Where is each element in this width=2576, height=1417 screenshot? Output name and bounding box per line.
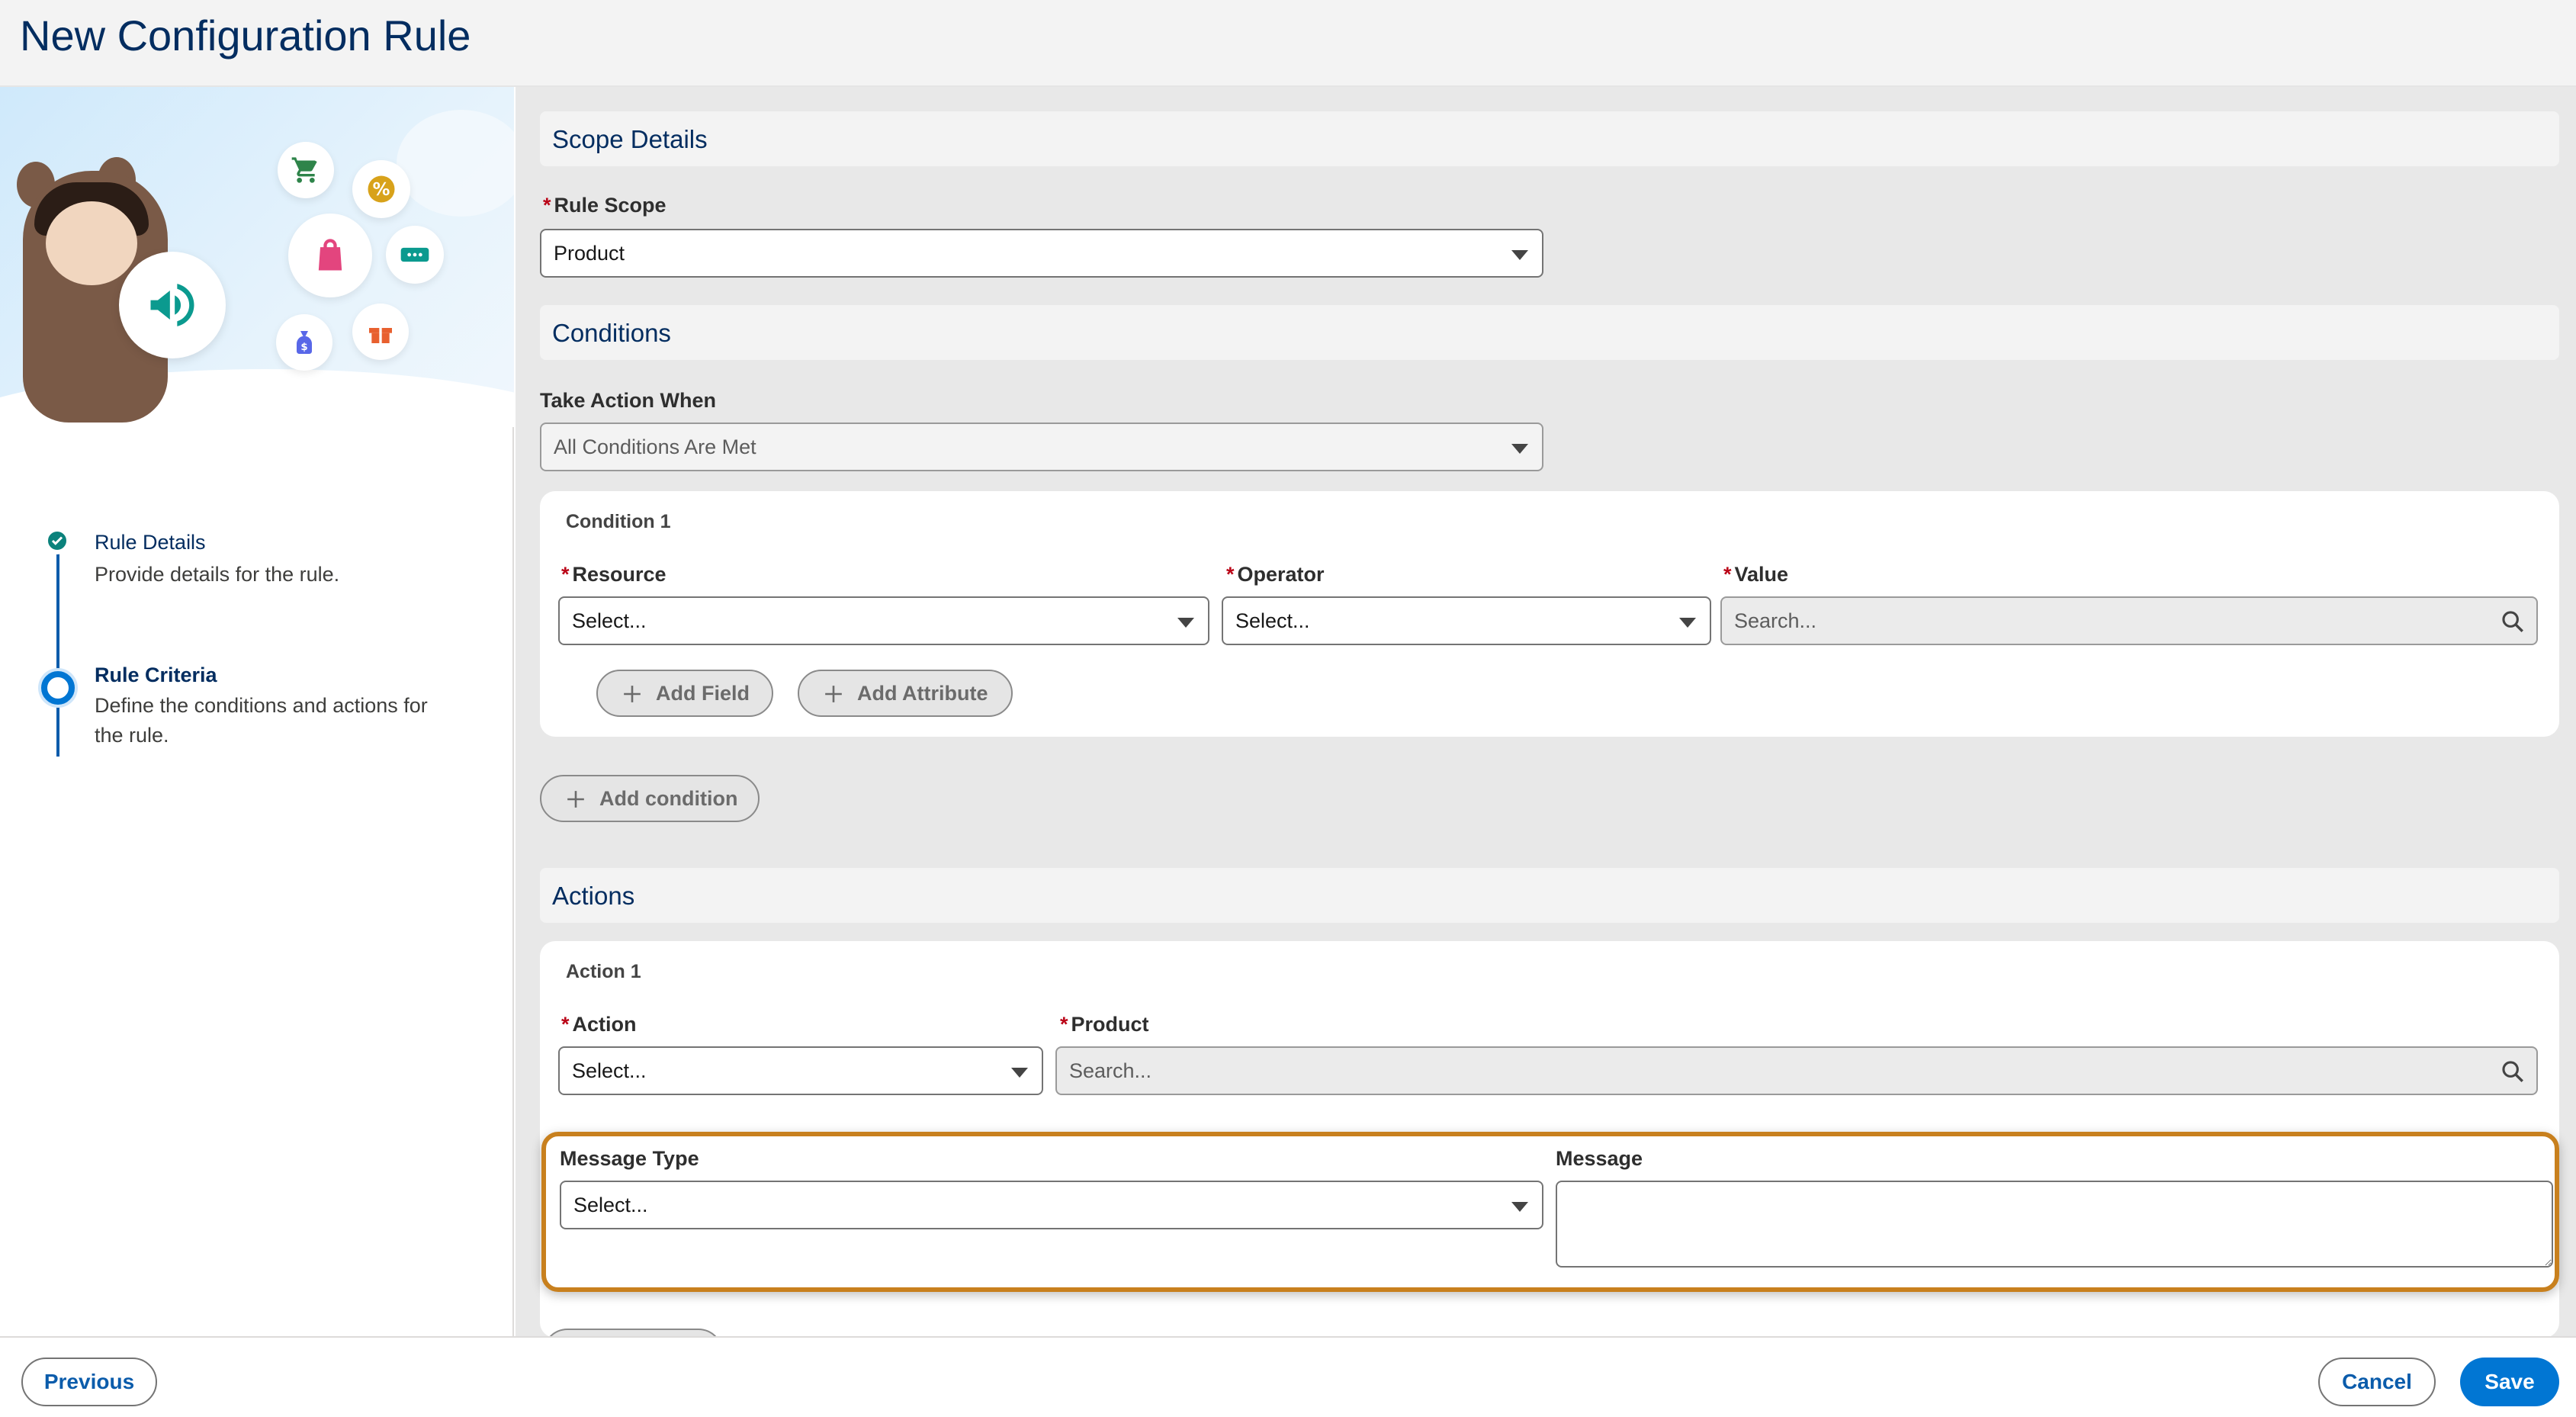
check-icon [45, 529, 69, 553]
scope-details-heading: Scope Details [552, 125, 708, 153]
page-title: New Configuration Rule [20, 11, 471, 59]
message-textarea[interactable] [1556, 1181, 2553, 1268]
actions-header: Actions [540, 868, 2559, 923]
resource-select[interactable]: Select... [558, 596, 1209, 645]
conditions-header: Conditions [540, 305, 2559, 360]
cancel-button[interactable]: Cancel [2318, 1358, 2436, 1406]
step-rule-details-title[interactable]: Rule Details [95, 531, 206, 554]
action-label: * Action [561, 1013, 637, 1036]
rule-scope-value: Product [554, 241, 625, 265]
action-value: Select... [572, 1059, 647, 1082]
add-condition-button[interactable]: Add condition [540, 775, 760, 822]
add-field-button[interactable]: Add Field [596, 670, 773, 717]
chevron-down-icon [1011, 1068, 1028, 1078]
add-attribute-label: Add Attribute [857, 681, 988, 705]
step-rule-criteria-description: Define the conditions and actions for th… [95, 694, 428, 747]
chevron-down-icon [1511, 1202, 1528, 1212]
footer: Previous Cancel Save [0, 1336, 2576, 1417]
mascot-face [46, 201, 137, 285]
condition-card: Condition 1 * Resource Select... * Operato… [540, 491, 2559, 737]
operator-value: Select... [1235, 609, 1310, 632]
percent-icon: % [352, 160, 410, 218]
add-attribute-button[interactable]: Add Attribute [798, 670, 1013, 717]
search-icon [2502, 1061, 2523, 1082]
action-select[interactable]: Select... [558, 1046, 1043, 1095]
add-condition-label: Add condition [599, 786, 738, 810]
resource-value: Select... [572, 609, 647, 632]
chevron-down-icon [1177, 618, 1194, 628]
product-label: * Product [1060, 1013, 1149, 1036]
hero-illustration: % $ [0, 87, 514, 427]
search-icon [2502, 611, 2523, 632]
take-action-label: Take Action When [540, 389, 717, 412]
conditions-heading: Conditions [552, 319, 671, 347]
action-title: Action 1 [566, 961, 641, 982]
money-bag-icon: $ [276, 314, 332, 371]
message-type-value: Select... [573, 1193, 648, 1216]
message-label: Message [1556, 1147, 1643, 1170]
cloud-decoration [397, 110, 514, 217]
cart-icon [278, 142, 334, 198]
page-header: New Configuration Rule [0, 0, 2576, 87]
svg-text:%: % [373, 180, 390, 200]
gift-icon [352, 304, 409, 360]
step-rule-details-description: Provide details for the rule. [95, 563, 340, 586]
ticket-icon [386, 226, 444, 284]
add-action-button[interactable] [543, 1329, 723, 1336]
save-button[interactable]: Save [2460, 1358, 2559, 1406]
chevron-down-icon [1679, 618, 1696, 628]
sidebar: % $ Rule Details Provide details for the… [0, 87, 514, 1336]
operator-select[interactable]: Select... [1222, 596, 1711, 645]
rule-scope-label: * Rule Scope [543, 194, 666, 217]
resource-label: * Resource [561, 563, 666, 586]
plus-icon [567, 791, 584, 808]
main-panel: Scope Details * Rule Scope Product Condit… [516, 87, 2576, 1336]
product-placeholder: Search... [1069, 1059, 1152, 1082]
previous-button[interactable]: Previous [21, 1358, 157, 1406]
take-action-select[interactable]: All Conditions Are Met [540, 423, 1543, 471]
plus-icon [825, 686, 842, 702]
message-type-label: Message Type [560, 1147, 699, 1170]
message-type-select[interactable]: Select... [560, 1181, 1543, 1229]
megaphone-icon [119, 252, 226, 358]
chevron-down-icon [1511, 250, 1528, 260]
step-rule-criteria-title[interactable]: Rule Criteria [95, 664, 217, 687]
current-step-indicator [41, 671, 75, 705]
operator-label: * Operator [1226, 563, 1325, 586]
value-search-input[interactable]: Search... [1720, 596, 2538, 645]
shopping-bag-icon [288, 214, 372, 297]
plus-icon [624, 686, 641, 702]
take-action-value: All Conditions Are Met [554, 435, 756, 458]
condition-title: Condition 1 [566, 511, 671, 532]
scope-details-header: Scope Details [540, 111, 2559, 166]
rule-scope-select[interactable]: Product [540, 229, 1543, 278]
step-connector [56, 541, 59, 757]
add-field-label: Add Field [656, 681, 750, 705]
product-search-input[interactable]: Search... [1055, 1046, 2538, 1095]
chevron-down-icon [1511, 444, 1528, 454]
value-label: * Value [1723, 563, 1789, 586]
actions-heading: Actions [552, 882, 635, 910]
svg-text:$: $ [300, 342, 307, 353]
value-placeholder: Search... [1734, 609, 1817, 632]
